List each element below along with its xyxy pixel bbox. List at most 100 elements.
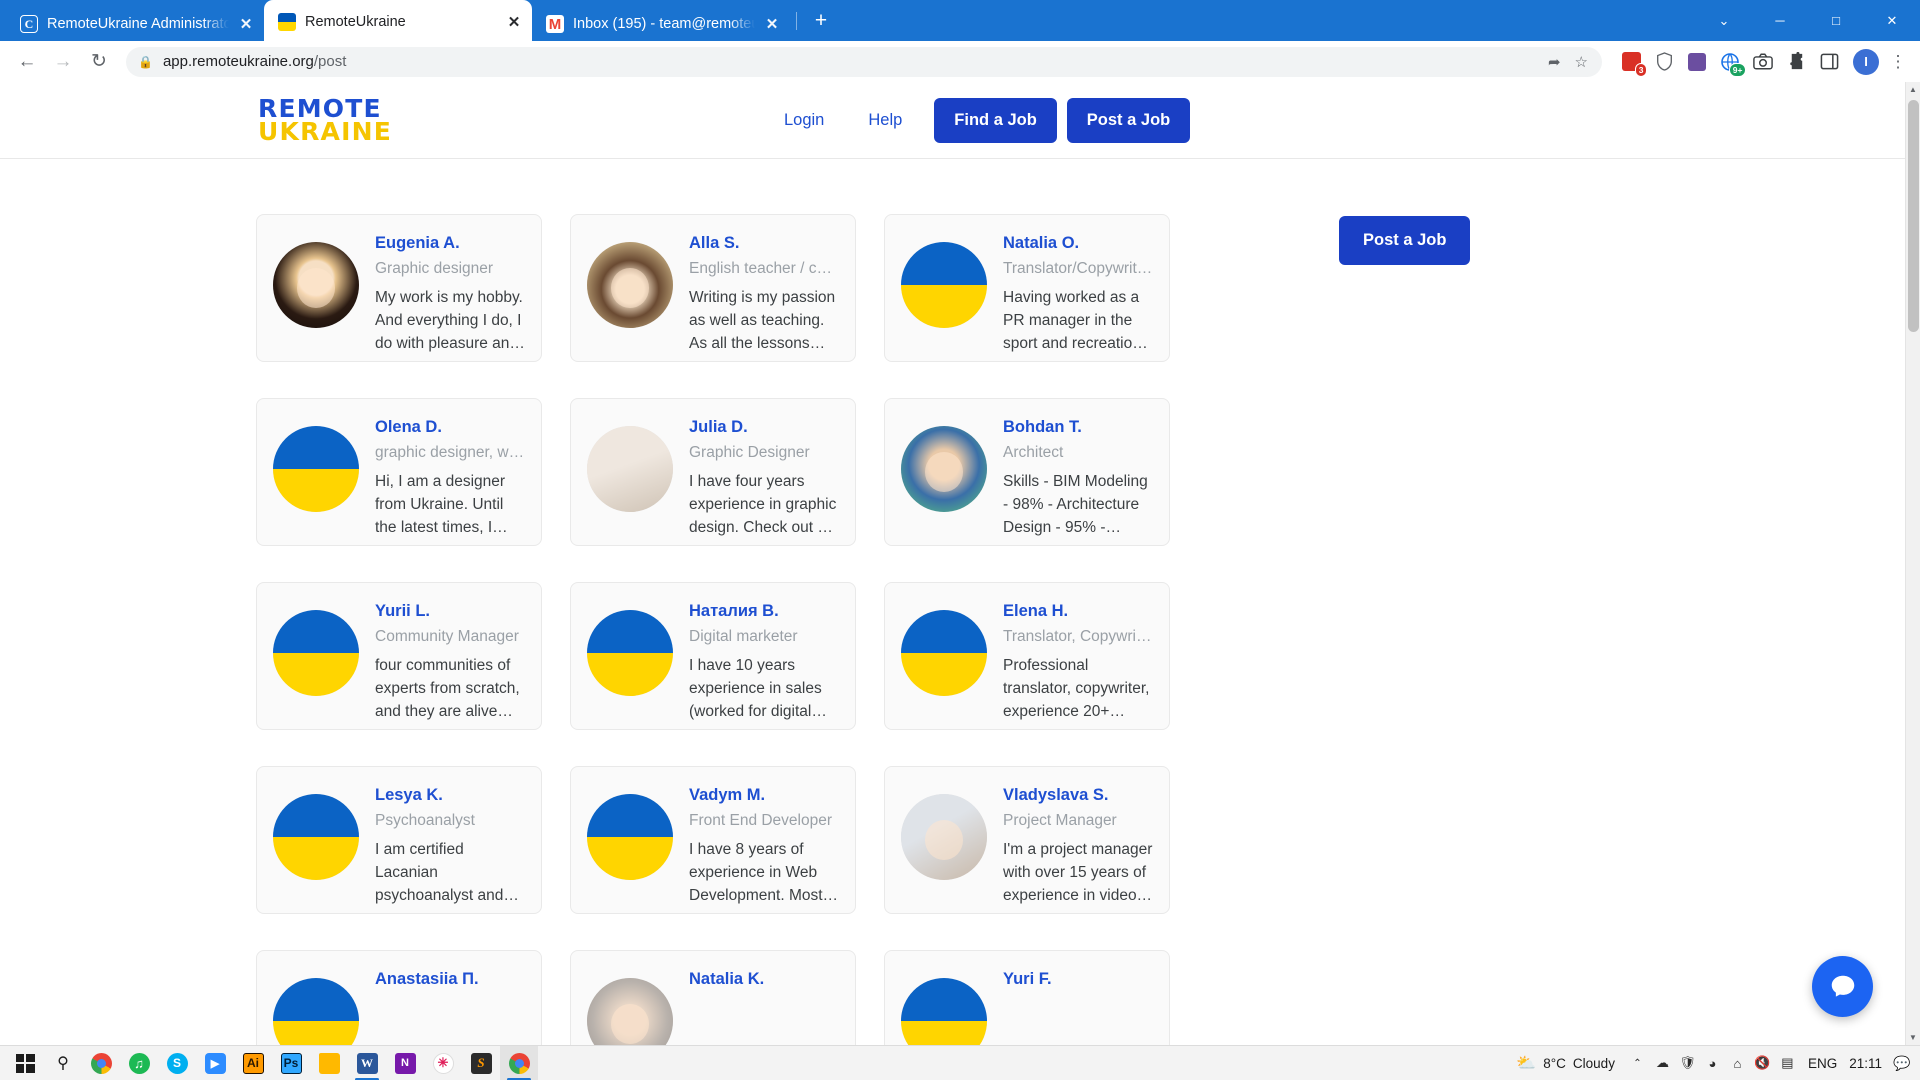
profile-card[interactable]: Yuri F.	[884, 950, 1170, 1045]
puzzle-extension-icon[interactable]	[1783, 49, 1809, 75]
profile-card[interactable]: Julia D. Graphic Designer I have four ye…	[570, 398, 856, 547]
folder-icon	[318, 1052, 340, 1074]
profile-card[interactable]: Vladyslava S. Project Manager I'm a proj…	[884, 766, 1170, 915]
back-button[interactable]: ←	[10, 45, 44, 79]
profile-card[interactable]: Natalia O. Translator/Copywrit… Having w…	[884, 214, 1170, 363]
browser-tab-remoteukraine[interactable]: RemoteUkraine ✕	[264, 0, 532, 41]
profile-avatar[interactable]: I	[1853, 48, 1879, 75]
tab-title: RemoteUkraine	[305, 13, 406, 30]
close-window-button[interactable]: ✕	[1864, 0, 1920, 41]
network-icon[interactable]: ◕	[1700, 1056, 1725, 1071]
nav-help-link[interactable]: Help	[846, 101, 924, 140]
profile-card[interactable]: Lesya K. Psychoanalyst I am certified La…	[256, 766, 542, 915]
onedrive-icon[interactable]: ☁	[1650, 1055, 1675, 1071]
share-icon[interactable]: ➦	[1548, 53, 1561, 71]
taskbar-onenote[interactable]: N	[386, 1046, 424, 1080]
profile-card[interactable]: Yurii L. Community Manager four communit…	[256, 582, 542, 731]
profile-name[interactable]: Natalia K.	[689, 970, 839, 989]
profile-card[interactable]: Natalia K.	[570, 950, 856, 1045]
profile-card[interactable]: Anastasiia П.	[256, 950, 542, 1045]
profile-card[interactable]: Alla S. English teacher / co… Writing is…	[570, 214, 856, 363]
taskbar-zoom[interactable]: ▶	[196, 1046, 234, 1080]
profile-card[interactable]: Bohdan T. Architect Skills - BIM Modelin…	[884, 398, 1170, 547]
profile-name[interactable]: Vadym M.	[689, 786, 839, 805]
screenshot-extension-icon[interactable]	[1750, 49, 1776, 75]
close-tab-icon[interactable]: ✕	[506, 14, 522, 31]
shield-extension-icon[interactable]	[1651, 49, 1677, 75]
sidepanel-extension-icon[interactable]	[1816, 49, 1842, 75]
scroll-down-arrow-icon[interactable]: ▼	[1906, 1030, 1920, 1045]
profile-card[interactable]: Elena H. Translator, Copywrit… Professio…	[884, 582, 1170, 731]
browser-tab-admin[interactable]: C RemoteUkraine Administrator Da ✕	[6, 7, 264, 41]
find-a-job-button[interactable]: Find a Job	[934, 97, 1057, 143]
show-hidden-icons-button[interactable]: ⌃	[1625, 1058, 1650, 1069]
taskbar-chrome-active[interactable]	[500, 1045, 538, 1080]
kebab-menu-icon[interactable]: ⋮	[1886, 52, 1910, 72]
taskbar-sublime[interactable]: S	[462, 1046, 500, 1080]
site-nav: Login Help Find a Job Post a Job	[762, 97, 1191, 143]
browser-tab-gmail[interactable]: M Inbox (195) - team@remoteukrai ✕	[532, 7, 790, 41]
tab-search-button[interactable]: ⌄	[1696, 0, 1752, 41]
star-icon[interactable]: ☆	[1575, 53, 1588, 71]
post-a-job-button[interactable]: Post a Job	[1066, 97, 1191, 143]
profile-name[interactable]: Yuri F.	[1003, 970, 1153, 989]
shield-icon[interactable]: 🛡	[1675, 1055, 1700, 1071]
page-scrollbar[interactable]: ▲ ▼	[1905, 82, 1920, 1045]
start-button[interactable]	[6, 1046, 44, 1080]
taskbar-search-button[interactable]: ⚲	[44, 1046, 82, 1080]
reload-button[interactable]: ↻	[82, 45, 116, 79]
taskbar-photoshop[interactable]: Ps	[272, 1046, 310, 1080]
minimize-button[interactable]: ─	[1752, 0, 1808, 41]
profile-name[interactable]: Julia D.	[689, 418, 839, 437]
taskbar-skype[interactable]: S	[158, 1046, 196, 1080]
tab-title: Inbox (195) - team@remoteukrai	[573, 16, 755, 32]
taskbar-slack[interactable]: ✳	[424, 1046, 462, 1080]
clock[interactable]: 21:11	[1845, 1056, 1892, 1071]
profile-name[interactable]: Natalia O.	[1003, 234, 1153, 253]
profile-description: My work is my hobby. And everything I do…	[375, 289, 525, 353]
chat-bubble-icon[interactable]	[1812, 956, 1873, 1017]
red-extension-icon[interactable]: 3	[1618, 49, 1647, 77]
profile-name[interactable]: Olena D.	[375, 418, 525, 437]
close-tab-icon[interactable]: ✕	[238, 16, 254, 33]
profile-card[interactable]: Наталия В. Digital marketer I have 10 ye…	[570, 582, 856, 731]
profile-role: Graphic Designer	[689, 444, 810, 462]
taskbar-chrome[interactable]	[82, 1046, 120, 1080]
sidebar-post-a-job-button[interactable]: Post a Job	[1339, 216, 1471, 266]
profile-name[interactable]: Vladyslava S.	[1003, 786, 1153, 805]
weather-widget[interactable]: ⛅ 8°C Cloudy	[1506, 1053, 1625, 1073]
taskbar-file-explorer[interactable]	[310, 1046, 348, 1080]
profile-name[interactable]: Alla S.	[689, 234, 839, 253]
nav-login-link[interactable]: Login	[762, 101, 846, 140]
close-tab-icon[interactable]: ✕	[764, 16, 780, 33]
scrollbar-thumb[interactable]	[1908, 100, 1919, 333]
profile-card[interactable]: Eugenia A. Graphic designer My work is m…	[256, 214, 542, 363]
profile-name[interactable]: Eugenia A.	[375, 234, 525, 253]
language-indicator[interactable]: ENG	[1800, 1056, 1845, 1071]
forward-button[interactable]: →	[46, 45, 80, 79]
address-bar[interactable]: 🔒 app.remoteukraine.org/post ➦ ☆	[126, 46, 1602, 77]
profile-name[interactable]: Bohdan T.	[1003, 418, 1153, 437]
taskbar-word[interactable]: W	[348, 1046, 386, 1080]
new-tab-button[interactable]: +	[807, 7, 835, 35]
address-bar-url: app.remoteukraine.org/post	[163, 53, 346, 70]
profile-name[interactable]: Anastasiia П.	[375, 970, 525, 989]
taskbar-spotify[interactable]: ♫	[120, 1046, 158, 1080]
maximize-button[interactable]: □	[1808, 0, 1864, 41]
purple-extension-icon[interactable]	[1684, 49, 1710, 75]
scroll-up-arrow-icon[interactable]: ▲	[1906, 82, 1920, 97]
profile-name[interactable]: Elena H.	[1003, 602, 1153, 621]
notification-icon[interactable]: 💬	[1892, 1055, 1912, 1072]
avatar	[273, 978, 359, 1045]
profile-card[interactable]: Vadym M. Front End Developer I have 8 ye…	[570, 766, 856, 915]
profile-name[interactable]: Lesya K.	[375, 786, 525, 805]
site-logo[interactable]: REMOTE UKRAINE	[258, 96, 392, 145]
profile-name[interactable]: Наталия В.	[689, 602, 839, 621]
taskbar-illustrator[interactable]: Ai	[234, 1046, 272, 1080]
profile-name[interactable]: Yurii L.	[375, 602, 525, 621]
translate-extension-icon[interactable]: 9+	[1717, 49, 1746, 77]
battery-icon[interactable]: ▤	[1775, 1055, 1800, 1071]
wifi-icon[interactable]: ⌂	[1725, 1056, 1750, 1071]
speaker-muted-icon[interactable]: 🔇	[1750, 1055, 1775, 1071]
profile-card[interactable]: Olena D. graphic designer, we… Hi, I am …	[256, 398, 542, 547]
